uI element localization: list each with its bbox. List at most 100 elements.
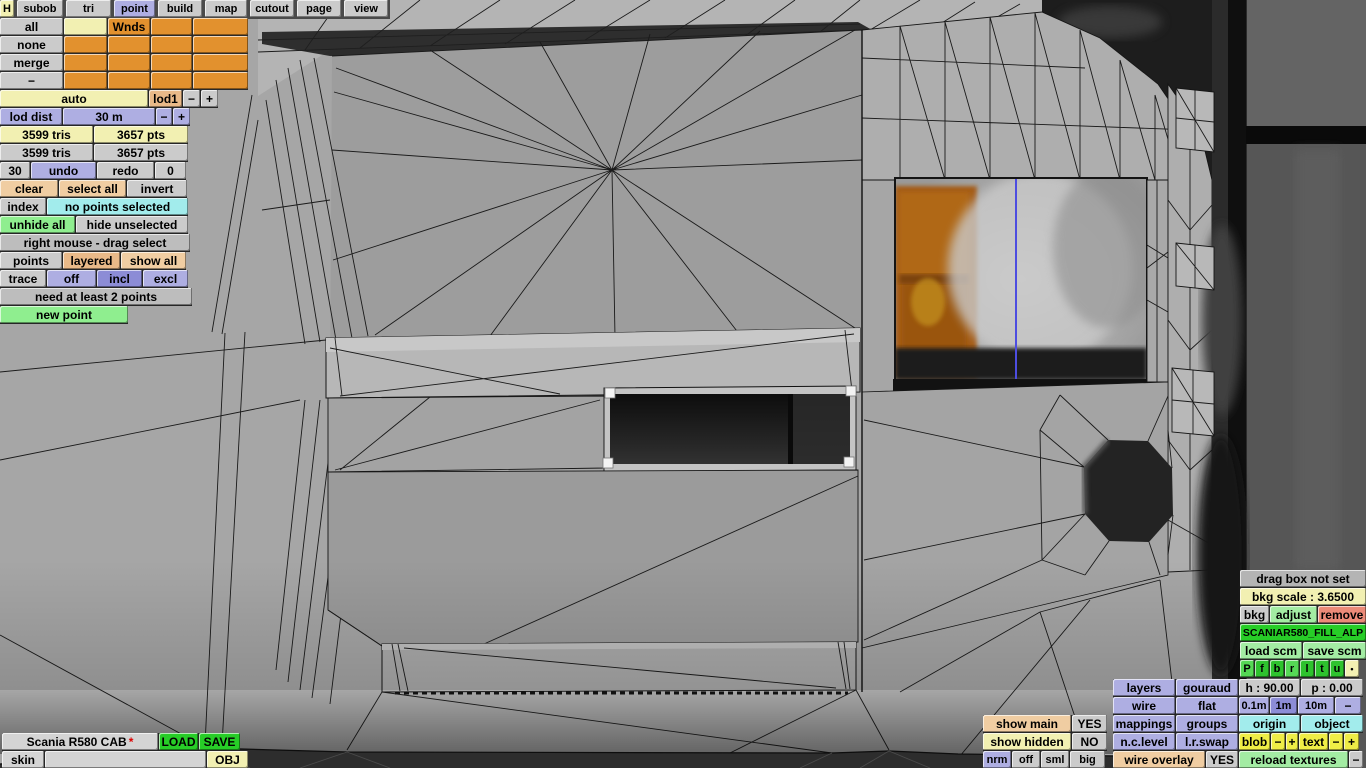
groups-button[interactable]: groups: [1176, 715, 1238, 732]
subob-cell[interactable]: [193, 54, 248, 71]
trace-incl-button[interactable]: incl: [97, 270, 142, 287]
invert-button[interactable]: invert: [127, 180, 187, 197]
layers-button[interactable]: layers: [1113, 679, 1175, 696]
lod-plus-button[interactable]: +: [201, 90, 218, 107]
wire-overlay-value[interactable]: YES: [1206, 751, 1238, 768]
menu-item-subob[interactable]: subob: [17, 0, 63, 17]
nrm-button[interactable]: nrm: [983, 751, 1011, 768]
subob-merge-button[interactable]: merge: [0, 54, 63, 71]
new-point-button[interactable]: new point: [0, 306, 128, 323]
origin-button[interactable]: origin: [1239, 715, 1300, 732]
lod1-button[interactable]: lod1: [149, 90, 182, 107]
subob-select-all-button[interactable]: all: [0, 18, 63, 35]
menu-item-cutout[interactable]: cutout: [250, 0, 294, 17]
model-name-field[interactable]: Scania R580 CAB *: [2, 733, 158, 750]
save-button[interactable]: SAVE: [199, 733, 240, 750]
unhide-all-button[interactable]: unhide all: [0, 216, 75, 233]
layered-button[interactable]: layered: [63, 252, 120, 269]
blob-button[interactable]: blob: [1239, 733, 1270, 750]
point-dot-icon[interactable]: •: [1345, 660, 1359, 677]
subob-cell[interactable]: [151, 72, 192, 89]
text-minus-button[interactable]: −: [1329, 733, 1343, 750]
view-back-button[interactable]: b: [1270, 660, 1284, 677]
lod-dist-value[interactable]: 30 m: [63, 108, 155, 125]
menu-item-page[interactable]: page: [297, 0, 341, 17]
grid-minus-button[interactable]: −: [1335, 697, 1361, 714]
nc-level-button[interactable]: n.c.level: [1113, 733, 1175, 750]
nrm-sml-button[interactable]: sml: [1041, 751, 1069, 768]
lod-dist-label[interactable]: lod dist: [0, 108, 62, 125]
menu-item-tri[interactable]: tri: [66, 0, 111, 17]
subob-cell[interactable]: [64, 36, 107, 53]
wire-overlay-button[interactable]: wire overlay: [1113, 751, 1205, 768]
bkg-button[interactable]: bkg: [1240, 606, 1269, 623]
menu-item-h[interactable]: H: [0, 0, 14, 17]
object-button[interactable]: object: [1301, 715, 1363, 732]
trace-label[interactable]: trace: [0, 270, 46, 287]
subob-cell[interactable]: [193, 36, 248, 53]
show-main-button[interactable]: show main: [983, 715, 1071, 732]
text-plus-button[interactable]: +: [1344, 733, 1359, 750]
selected-window-band[interactable]: [327, 385, 857, 473]
view-right-button[interactable]: r: [1285, 660, 1299, 677]
select-all-button[interactable]: select all: [59, 180, 126, 197]
subob-cell[interactable]: [64, 72, 107, 89]
subob-cell[interactable]: [151, 18, 192, 35]
show-hidden-value[interactable]: NO: [1072, 733, 1107, 750]
view-perspective-button[interactable]: P: [1240, 660, 1254, 677]
points-mode-button[interactable]: points: [0, 252, 62, 269]
bkg-remove-button[interactable]: remove: [1318, 606, 1366, 623]
reload-minus-button[interactable]: −: [1349, 751, 1363, 768]
index-button[interactable]: index: [0, 198, 46, 215]
subob-cell[interactable]: [108, 72, 150, 89]
subob-cell[interactable]: [193, 72, 248, 89]
subob-cell-wnds[interactable]: Wnds: [108, 18, 150, 35]
redo-button[interactable]: redo: [97, 162, 154, 179]
bkg-adjust-button[interactable]: adjust: [1270, 606, 1317, 623]
skin-name-field[interactable]: [45, 751, 206, 768]
show-main-value[interactable]: YES: [1072, 715, 1107, 732]
subob-cell[interactable]: [108, 54, 150, 71]
show-all-button[interactable]: show all: [121, 252, 186, 269]
grid-10m-button[interactable]: 10m: [1298, 697, 1334, 714]
subob-cell[interactable]: [193, 18, 248, 35]
menu-item-point[interactable]: point: [114, 0, 155, 17]
wire-button[interactable]: wire: [1113, 697, 1175, 714]
load-button[interactable]: LOAD: [159, 733, 198, 750]
subob-cell[interactable]: [64, 18, 107, 35]
text-button[interactable]: text: [1299, 733, 1328, 750]
mappings-button[interactable]: mappings: [1113, 715, 1175, 732]
subob-cell[interactable]: [64, 54, 107, 71]
clear-button[interactable]: clear: [0, 180, 58, 197]
obj-button[interactable]: OBJ: [207, 751, 248, 768]
reload-textures-button[interactable]: reload textures: [1239, 751, 1348, 768]
skin-button[interactable]: skin: [2, 751, 44, 768]
view-under-button[interactable]: u: [1330, 660, 1344, 677]
load-scm-button[interactable]: load scm: [1240, 642, 1302, 659]
subob-select-none-button[interactable]: none: [0, 36, 63, 53]
menu-item-view[interactable]: view: [344, 0, 388, 17]
gouraud-button[interactable]: gouraud: [1176, 679, 1238, 696]
trace-off-button[interactable]: off: [47, 270, 96, 287]
menu-item-map[interactable]: map: [205, 0, 247, 17]
save-scm-button[interactable]: save scm: [1303, 642, 1366, 659]
view-top-button[interactable]: t: [1315, 660, 1329, 677]
trace-excl-button[interactable]: excl: [143, 270, 188, 287]
subob-cell[interactable]: [108, 36, 150, 53]
lod-minus-button[interactable]: −: [183, 90, 200, 107]
blob-minus-button[interactable]: −: [1271, 733, 1285, 750]
subob-cell[interactable]: [151, 36, 192, 53]
show-hidden-button[interactable]: show hidden: [983, 733, 1071, 750]
lr-swap-button[interactable]: l.r.swap: [1176, 733, 1238, 750]
subob-cell[interactable]: [151, 54, 192, 71]
lod-auto-button[interactable]: auto: [0, 90, 148, 107]
view-left-button[interactable]: l: [1300, 660, 1314, 677]
lod-dist-plus-button[interactable]: +: [173, 108, 190, 125]
blob-plus-button[interactable]: +: [1286, 733, 1298, 750]
grid-1m-button[interactable]: 1m: [1270, 697, 1297, 714]
hide-unselected-button[interactable]: hide unselected: [76, 216, 188, 233]
lod-dist-minus-button[interactable]: −: [156, 108, 172, 125]
flat-button[interactable]: flat: [1176, 697, 1238, 714]
nrm-off-button[interactable]: off: [1012, 751, 1040, 768]
menu-item-build[interactable]: build: [158, 0, 202, 17]
